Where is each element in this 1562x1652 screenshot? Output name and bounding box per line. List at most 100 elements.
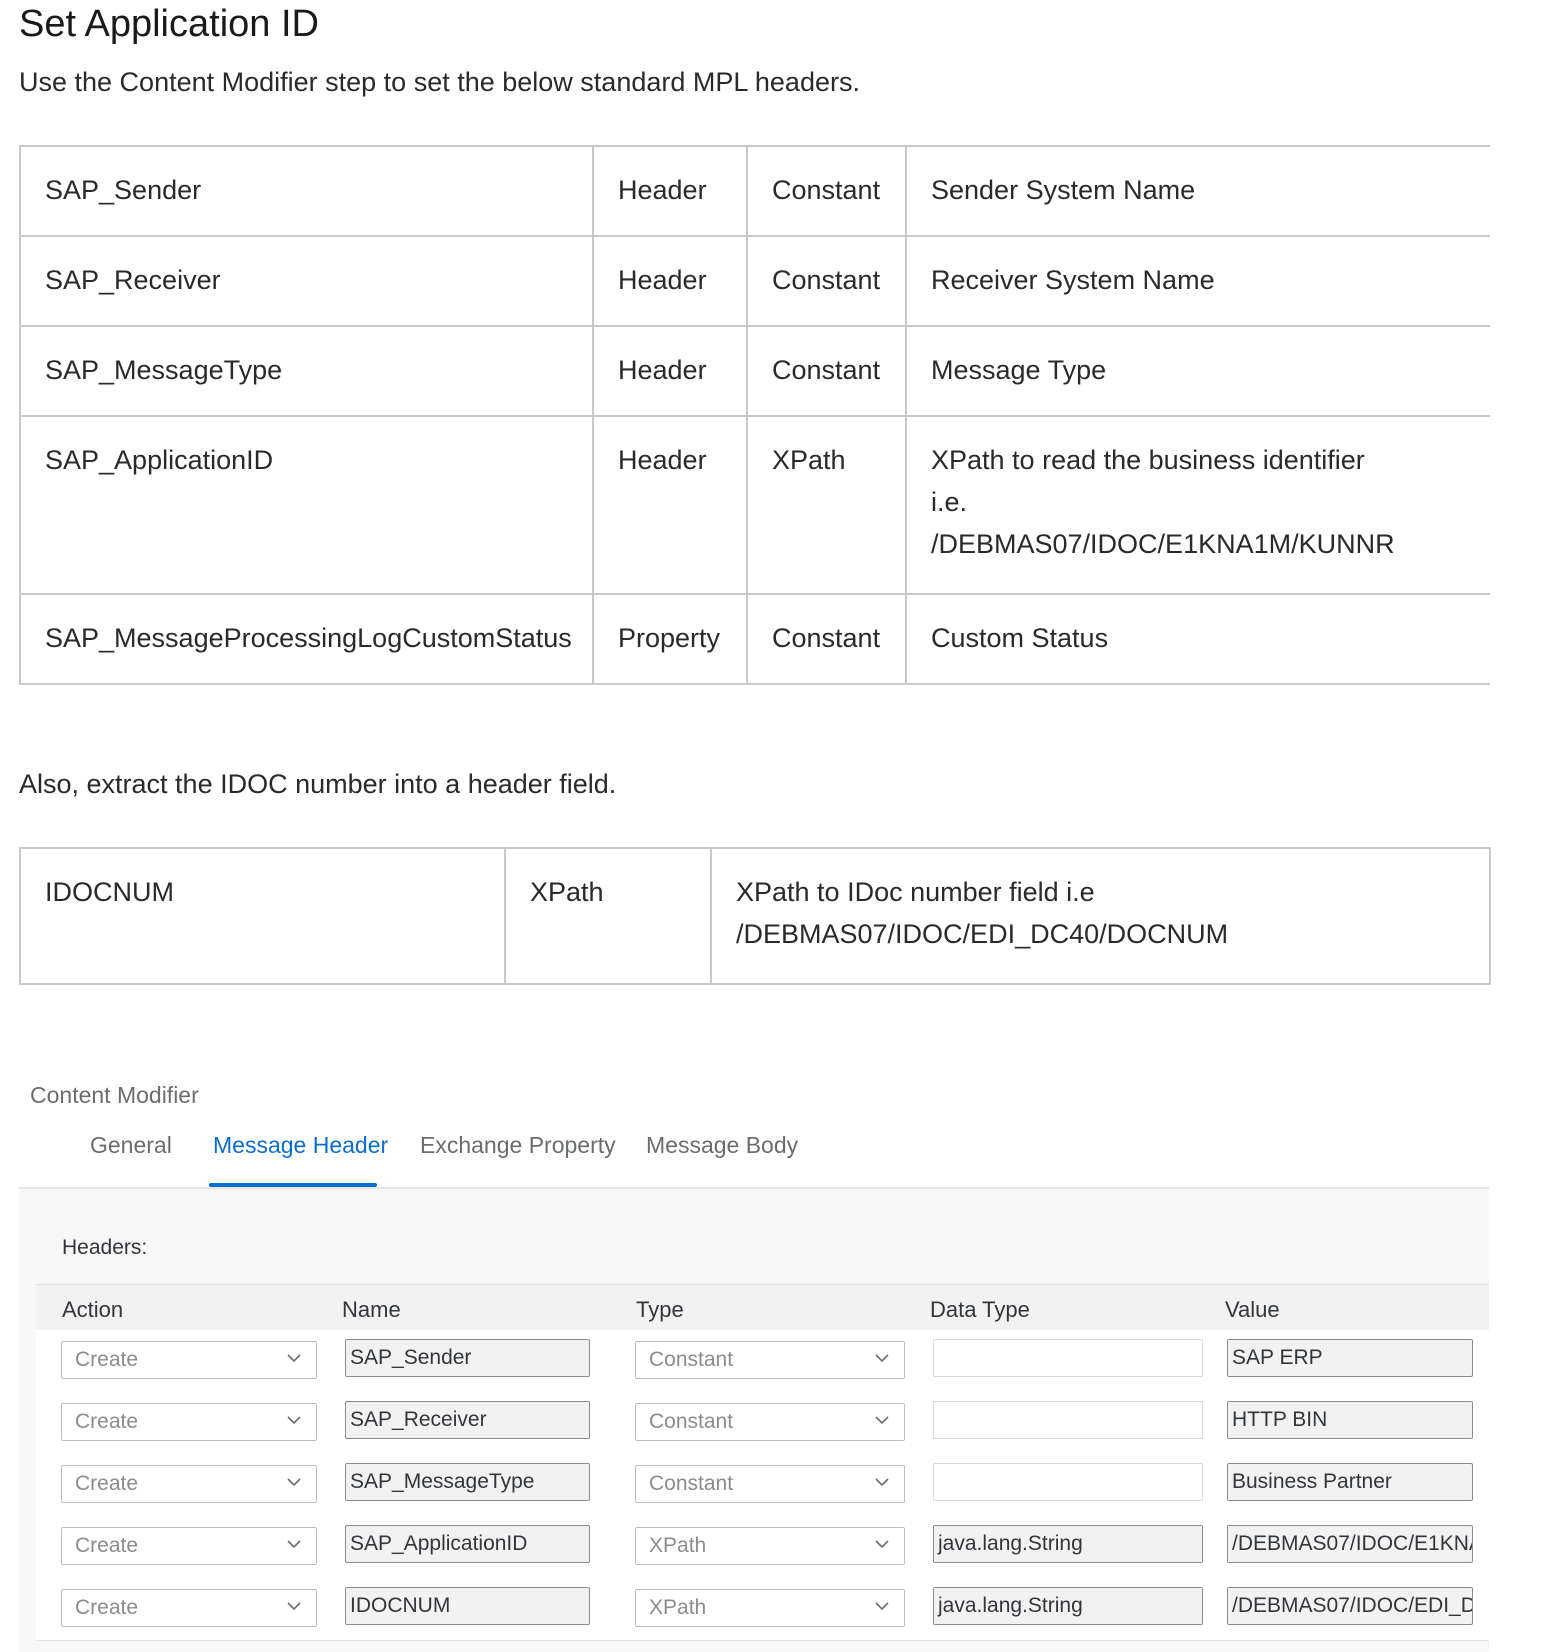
chevron-down-icon bbox=[875, 1416, 889, 1425]
table-row: SAP_MessageProcessingLogCustomStatus Pro… bbox=[19, 593, 1490, 685]
chevron-down-icon bbox=[287, 1416, 301, 1425]
header-desc-cell: XPath to IDoc number field i.e /DEBMAS07… bbox=[710, 847, 1491, 985]
chevron-down-icon bbox=[875, 1540, 889, 1549]
action-select[interactable]: Create bbox=[61, 1527, 317, 1565]
desc-line: Sender System Name bbox=[931, 175, 1196, 205]
tab-message-body[interactable]: Message Body bbox=[646, 1132, 798, 1159]
table-row: Create SAP_Sender Constant SAP ERP bbox=[36, 1330, 1489, 1393]
idoc-table: IDOCNUM XPath XPath to IDoc number field… bbox=[19, 847, 1491, 985]
action-value: Create bbox=[75, 1534, 139, 1557]
action-select[interactable]: Create bbox=[61, 1465, 317, 1503]
name-field[interactable]: SAP_Receiver bbox=[345, 1401, 590, 1439]
type-value: XPath bbox=[649, 1596, 707, 1619]
header-desc-cell: Message Type bbox=[905, 325, 1490, 417]
chevron-down-icon bbox=[875, 1478, 889, 1487]
desc-line: /DEBMAS07/IDOC/EDI_DC40/DOCNUM bbox=[736, 919, 1229, 949]
type-select[interactable]: Constant bbox=[635, 1341, 905, 1379]
intro-text: Use the Content Modifier step to set the… bbox=[19, 67, 860, 97]
header-name-cell: SAP_MessageProcessingLogCustomStatus bbox=[19, 593, 594, 685]
active-tab-indicator bbox=[209, 1183, 377, 1187]
header-name-cell: SAP_Sender bbox=[19, 145, 594, 237]
table-row: SAP_ApplicationID Header XPath XPath to … bbox=[19, 415, 1490, 595]
table-row: SAP_Sender Header Constant Sender System… bbox=[19, 145, 1490, 237]
table-row: SAP_Receiver Header Constant Receiver Sy… bbox=[19, 235, 1490, 327]
header-kind-cell: Property bbox=[592, 593, 748, 685]
headers-label: Headers: bbox=[62, 1236, 148, 1259]
header-kind-cell: Header bbox=[592, 325, 748, 417]
action-select[interactable]: Create bbox=[61, 1589, 317, 1627]
table-row: IDOCNUM XPath XPath to IDoc number field… bbox=[19, 847, 1491, 985]
chevron-down-icon bbox=[875, 1602, 889, 1611]
value-field[interactable]: /DEBMAS07/IDOC/E1KNA1M/KUNNR bbox=[1227, 1525, 1473, 1563]
page-title: Set Application ID bbox=[19, 3, 319, 45]
table-row: Create SAP_ApplicationID XPath java.lang… bbox=[36, 1516, 1489, 1579]
header-kind-cell: Header bbox=[592, 415, 748, 595]
desc-line: XPath to read the business identifier bbox=[931, 445, 1365, 475]
header-type-cell: Constant bbox=[746, 145, 907, 237]
mpl-headers-table: SAP_Sender Header Constant Sender System… bbox=[19, 145, 1490, 685]
header-type-cell: XPath bbox=[746, 415, 907, 595]
desc-line: i.e. bbox=[931, 487, 968, 517]
header-kind-cell: Header bbox=[592, 145, 748, 237]
action-value: Create bbox=[75, 1348, 139, 1371]
action-value: Create bbox=[75, 1596, 139, 1619]
action-select[interactable]: Create bbox=[61, 1403, 317, 1441]
column-header-data-type: Data Type bbox=[930, 1297, 1030, 1322]
tab-exchange-property[interactable]: Exchange Property bbox=[420, 1132, 616, 1159]
type-select[interactable]: XPath bbox=[635, 1527, 905, 1565]
value-field[interactable]: HTTP BIN bbox=[1227, 1401, 1473, 1439]
header-name-cell: SAP_ApplicationID bbox=[19, 415, 594, 595]
table-row: Create SAP_MessageType Constant Business… bbox=[36, 1454, 1489, 1517]
type-select[interactable]: Constant bbox=[635, 1465, 905, 1503]
chevron-down-icon bbox=[287, 1354, 301, 1363]
header-desc-cell: Receiver System Name bbox=[905, 235, 1490, 327]
name-field[interactable]: SAP_Sender bbox=[345, 1339, 590, 1377]
type-value: Constant bbox=[649, 1410, 734, 1433]
chevron-down-icon bbox=[287, 1602, 301, 1611]
data-type-field[interactable]: java.lang.String bbox=[933, 1525, 1203, 1563]
header-name-cell: SAP_Receiver bbox=[19, 235, 594, 327]
table-row: Create SAP_Receiver Constant HTTP BIN bbox=[36, 1392, 1489, 1455]
type-value: Constant bbox=[649, 1348, 734, 1371]
extra-text: Also, extract the IDOC number into a hea… bbox=[19, 769, 617, 799]
value-field[interactable]: SAP ERP bbox=[1227, 1339, 1473, 1377]
desc-line: /DEBMAS07/IDOC/E1KNA1M/KUNNR bbox=[931, 529, 1395, 559]
chevron-down-icon bbox=[287, 1540, 301, 1549]
table-row: Create IDOCNUM XPath java.lang.String /D… bbox=[36, 1578, 1489, 1641]
data-type-field[interactable] bbox=[933, 1401, 1203, 1439]
name-field[interactable]: IDOCNUM bbox=[345, 1587, 590, 1625]
header-desc-cell: Custom Status bbox=[905, 593, 1490, 685]
header-name-cell: IDOCNUM bbox=[19, 847, 506, 985]
type-select[interactable]: Constant bbox=[635, 1403, 905, 1441]
data-type-field[interactable] bbox=[933, 1339, 1203, 1377]
content-modifier-title: Content Modifier bbox=[30, 1082, 199, 1108]
header-type-cell: XPath bbox=[504, 847, 712, 985]
chevron-down-icon bbox=[287, 1478, 301, 1487]
header-type-cell: Constant bbox=[746, 235, 907, 327]
action-value: Create bbox=[75, 1472, 139, 1495]
chevron-down-icon bbox=[875, 1354, 889, 1363]
tab-general[interactable]: General bbox=[90, 1132, 172, 1159]
desc-line: Message Type bbox=[931, 355, 1107, 385]
name-field[interactable]: SAP_ApplicationID bbox=[345, 1525, 590, 1563]
desc-line: Custom Status bbox=[931, 623, 1109, 653]
column-header-name: Name bbox=[342, 1297, 401, 1322]
action-select[interactable]: Create bbox=[61, 1341, 317, 1379]
type-value: XPath bbox=[649, 1534, 707, 1557]
type-value: Constant bbox=[649, 1472, 734, 1495]
header-kind-cell: Header bbox=[592, 235, 748, 327]
type-select[interactable]: XPath bbox=[635, 1589, 905, 1627]
value-field[interactable]: Business Partner bbox=[1227, 1463, 1473, 1501]
name-field[interactable]: SAP_MessageType bbox=[345, 1463, 590, 1501]
tab-message-header[interactable]: Message Header bbox=[213, 1132, 388, 1159]
table-row: SAP_MessageType Header Constant Message … bbox=[19, 325, 1490, 417]
column-header-action: Action bbox=[62, 1297, 124, 1322]
action-value: Create bbox=[75, 1410, 139, 1433]
header-name-cell: SAP_MessageType bbox=[19, 325, 594, 417]
column-header-value: Value bbox=[1225, 1297, 1280, 1322]
data-type-field[interactable] bbox=[933, 1463, 1203, 1501]
data-type-field[interactable]: java.lang.String bbox=[933, 1587, 1203, 1625]
desc-line: XPath to IDoc number field i.e bbox=[736, 877, 1095, 907]
value-field[interactable]: /DEBMAS07/IDOC/EDI_DC40/DOCNUM bbox=[1227, 1587, 1473, 1625]
header-desc-cell: XPath to read the business identifier i.… bbox=[905, 415, 1490, 595]
